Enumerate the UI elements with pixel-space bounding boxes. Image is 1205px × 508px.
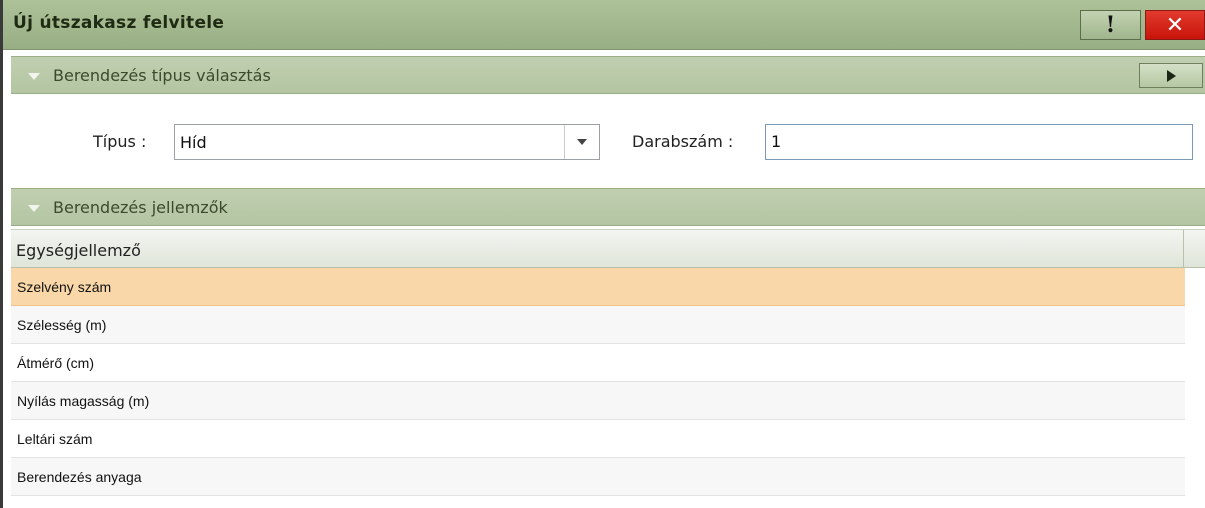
type-select-value: Híd (180, 133, 207, 152)
chevron-down-icon (577, 139, 587, 145)
section-header-type-selection[interactable]: Berendezés típus választás (11, 56, 1205, 94)
properties-grid: Egységjellemző Szelvény szám Szélesség (… (11, 229, 1205, 508)
dialog-window: Új útszakasz felvitele ! ✕ Berendezés tí… (0, 0, 1205, 508)
close-icon: ✕ (1165, 12, 1185, 38)
table-row[interactable]: Berendezés anyaga (11, 458, 1185, 496)
close-button[interactable]: ✕ (1145, 10, 1205, 40)
play-icon (1166, 69, 1176, 82)
type-select[interactable]: Híd (174, 124, 600, 160)
warning-button[interactable]: ! (1080, 10, 1141, 40)
table-row[interactable]: Szélesség (m) (11, 306, 1185, 344)
chevron-down-icon (28, 205, 40, 212)
next-button[interactable] (1139, 63, 1203, 88)
dialog-title: Új útszakasz felvitele (13, 13, 225, 33)
grid-header: Egységjellemző (11, 229, 1205, 268)
column-header-property[interactable]: Egységjellemző (16, 241, 141, 260)
table-row[interactable]: Leltári szám (11, 420, 1185, 458)
type-form: Típus : Híd Darabszám : 1 (11, 94, 1205, 188)
section-title: Berendezés típus választás (53, 66, 271, 85)
row-label: Átmérő (cm) (17, 355, 94, 371)
type-label: Típus : (93, 132, 147, 151)
row-label: Szélesség (m) (17, 317, 107, 333)
table-row[interactable]: Nyílás magasság (m) (11, 382, 1185, 420)
row-label: Leltári szám (17, 431, 93, 447)
count-input[interactable]: 1 (765, 124, 1193, 160)
column-separator (1183, 230, 1184, 268)
row-label: Szelvény szám (17, 279, 112, 295)
title-bar: Új útszakasz felvitele ! ✕ (3, 0, 1205, 50)
dropdown-arrow[interactable] (564, 125, 599, 159)
row-label: Nyílás magasság (m) (17, 393, 150, 409)
row-label: Berendezés anyaga (17, 469, 142, 485)
count-label: Darabszám : (632, 132, 734, 151)
section-header-properties[interactable]: Berendezés jellemzők (11, 188, 1205, 226)
exclamation-icon: ! (1105, 12, 1116, 38)
chevron-down-icon (28, 73, 40, 80)
table-row[interactable]: Szelvény szám (11, 268, 1185, 306)
table-row[interactable]: Átmérő (cm) (11, 344, 1185, 382)
section-title: Berendezés jellemzők (53, 198, 228, 217)
